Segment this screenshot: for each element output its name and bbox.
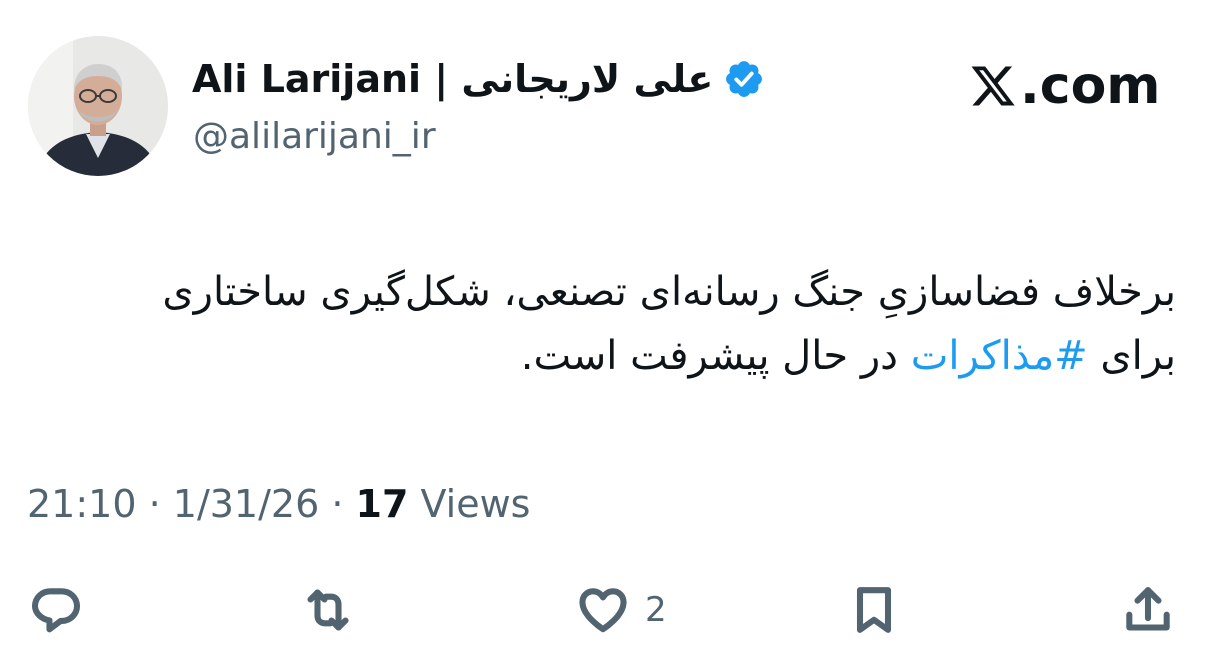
repost-icon [307, 589, 349, 631]
share-button[interactable] [1120, 580, 1176, 640]
share-icon [1126, 587, 1170, 631]
like-button[interactable]: 2 [575, 580, 667, 640]
verified-badge-icon [726, 61, 763, 97]
views-label: Views [408, 482, 531, 526]
tweet-time[interactable]: 21:10 [27, 482, 137, 526]
reply-icon [31, 588, 81, 633]
profile-photo [28, 36, 168, 176]
meta-separator: · [136, 482, 173, 526]
bookmark-button[interactable] [846, 580, 902, 640]
bookmark-icon [856, 587, 892, 633]
reply-button[interactable] [28, 580, 84, 640]
tweet-date[interactable]: 1/31/26 [173, 482, 320, 526]
user-handle[interactable]: @alilarijani_ir [193, 116, 436, 157]
tweet-text-after: در حال پیشرفت است. [520, 333, 911, 379]
brand-domain-text: .com [1020, 56, 1161, 116]
tweet-text: برخلاف فضاسازیِ جنگ رسانه‌ای تصنعی، شکل‌… [116, 260, 1176, 388]
brand-watermark: .com [968, 56, 1161, 116]
heart-icon [579, 588, 627, 633]
views-count: 17 [355, 482, 409, 526]
tweet-meta: 21:10 · 1/31/26 · 17 Views [27, 482, 530, 526]
like-count: 2 [645, 590, 667, 630]
repost-button[interactable] [300, 580, 356, 640]
display-name-text: Ali Larijani | علی لاریجانی [192, 57, 714, 101]
avatar[interactable] [28, 36, 168, 176]
meta-separator-2: · [319, 482, 356, 526]
hashtag-link[interactable]: #مذاکرات [911, 333, 1088, 379]
x-logo-icon [971, 66, 1015, 106]
display-name[interactable]: Ali Larijani | علی لاریجانی [192, 52, 765, 106]
action-bar: 2 [0, 580, 1206, 640]
